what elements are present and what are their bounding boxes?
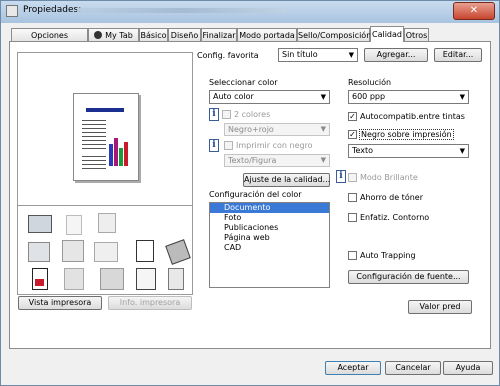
tab-finalizar[interactable]: Finalizar [201,28,237,41]
black-over-value: Texto [352,146,374,155]
stack-icon[interactable] [165,239,191,265]
default-value-button[interactable]: Valor pred [408,300,472,314]
printer-info-button[interactable]: Info. impresora [108,296,192,310]
auto-compat-label: Autocompatib.entre tintas [360,112,465,121]
punch-icon[interactable] [136,240,154,262]
bright-mode-label: Modo Brillante [360,173,418,182]
booklet-icon[interactable] [62,240,84,262]
quality-panel: Vista impresora Info. impresora Config. … [9,41,491,349]
two-colors-checkbox[interactable] [222,110,231,119]
adjust-quality-button[interactable]: Ajuste de la calidad... [243,173,330,187]
black-over-checkbox[interactable]: ✓ [348,130,357,139]
resolution-label: Resolución [348,78,392,87]
tab-my-tab-label: My Tab [105,31,133,40]
chevron-down-icon: ▼ [459,93,465,101]
print-black-select[interactable]: Texto/Figura ▼ [224,154,330,167]
color-page-icon[interactable] [32,268,48,290]
auto-trapping-label: Auto Trapping [360,251,416,260]
list-item[interactable]: Página web [210,233,329,243]
config-favorita-label: Config. favorita [197,51,259,60]
resolution-value: 600 ppp [352,92,386,101]
tray-icon[interactable] [28,215,52,233]
resolution-select[interactable]: 600 ppp ▼ [348,90,469,104]
tab-basico[interactable]: Básico [139,28,168,41]
enfatiz-checkbox[interactable] [348,213,357,222]
cancel-button[interactable]: Cancelar [385,361,441,375]
chevron-down-icon: ▼ [320,125,326,133]
black-over-label: Negro sobre impresión [359,129,454,140]
account-icon[interactable] [100,268,124,290]
window-title: Propiedades: [23,5,82,15]
duplex-icon[interactable] [28,242,50,262]
two-colors-label: 2 colores [234,110,271,119]
preview-bar-chart [109,134,131,166]
fold-icon[interactable] [94,242,118,262]
print-black-value: Texto/Figura [228,156,277,165]
staple-icon[interactable] [66,215,82,235]
info-icon[interactable]: i [336,170,346,183]
auto-compat-checkbox[interactable]: ✓ [348,112,357,121]
help-button[interactable]: Ayuda [443,361,493,375]
option-icons-grid [18,205,192,296]
tab-calidad[interactable]: Calidad [370,26,404,42]
editar-button[interactable]: Editar... [434,48,482,62]
color-config-list[interactable]: Documento Foto Publicaciones Página web … [209,202,330,288]
tab-diseno[interactable]: Diseño [168,28,201,41]
two-colors-value: Negro+rojo [228,125,274,134]
bright-mode-checkbox[interactable] [348,173,357,182]
print-black-label: Imprimir con negro [236,141,313,150]
two-colors-select[interactable]: Negro+rojo ▼ [224,123,330,136]
chevron-down-icon: ▼ [320,93,326,101]
select-color-label: Seleccionar color [209,78,278,87]
list-item[interactable]: Publicaciones [210,223,329,233]
copies-icon[interactable] [98,213,116,233]
tab-my-tab[interactable]: My Tab [88,28,139,41]
config-favorita-select[interactable]: Sin título ▼ [278,48,358,62]
list-item[interactable]: Foto [210,213,329,223]
auto-trapping-checkbox[interactable] [348,251,357,260]
color-config-label: Configuración del color [209,190,302,199]
user-icon [94,31,103,39]
printer-icon [6,5,18,17]
tab-sello-composicion[interactable]: Sello/Composición [297,28,371,41]
config-favorita-value: Sin título [282,50,318,59]
info-icon[interactable]: i [209,108,219,121]
chevron-down-icon: ▼ [459,147,465,155]
select-color-value: Auto color [213,92,254,101]
toner-save-checkbox[interactable] [348,193,357,202]
accept-button[interactable]: Aceptar [325,361,381,375]
tab-otros[interactable]: Otros [404,28,429,41]
list-item[interactable]: CAD [210,243,329,253]
secure-print-icon[interactable] [136,268,156,290]
title-bar[interactable]: Propiedades: ✕ [1,1,499,23]
close-button[interactable]: ✕ [453,2,495,20]
enfatiz-label: Enfatiz. Contorno [360,213,430,222]
agregar-button[interactable]: Agregar... [364,48,428,62]
tab-opciones-avanzadas[interactable]: Opciones avanzadas [11,28,88,53]
preview-title-bar [86,108,124,112]
preview-area [17,52,193,295]
font-config-button[interactable]: Configuración de fuente... [348,270,469,284]
chevron-down-icon: ▼ [320,156,326,164]
tab-modo-portada[interactable]: Modo portada [237,28,297,41]
preview-text-lines [82,120,106,150]
info-icon[interactable]: i [209,139,219,152]
properties-window: Propiedades: ✕ Opciones avanzadas My Tab… [0,0,500,386]
toner-save-label: Ahorro de tóner [360,193,423,202]
title-blur [77,8,287,13]
box-icon[interactable] [168,268,184,290]
page-preview [73,93,139,181]
print-black-checkbox[interactable] [224,141,233,150]
black-over-select[interactable]: Texto ▼ [348,144,469,158]
view-printer-button[interactable]: Vista impresora [18,296,102,310]
list-item[interactable]: Documento [210,203,329,213]
select-color-dropdown[interactable]: Auto color ▼ [209,90,330,104]
chevron-down-icon: ▼ [348,51,354,59]
preview-text-lines-lower [82,156,106,170]
user-auth-icon[interactable] [64,268,84,290]
